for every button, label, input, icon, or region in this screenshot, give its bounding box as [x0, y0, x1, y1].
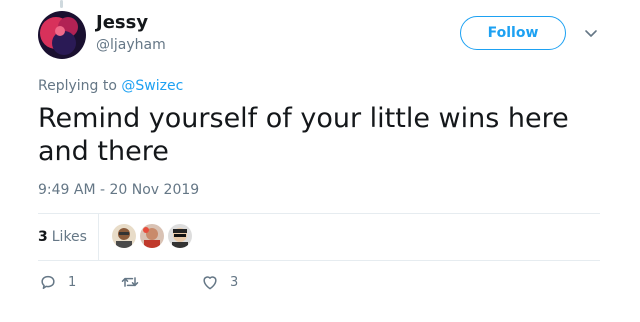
divider-bottom	[38, 260, 600, 261]
liker-avatar[interactable]	[140, 224, 164, 248]
author-avatar[interactable]	[38, 11, 86, 59]
replying-to-label: Replying to	[38, 78, 117, 94]
likes-row: 3 Likes	[38, 214, 600, 260]
tweet-card: Jessy @ljayham Follow Replying to @Swize…	[0, 0, 640, 322]
heart-icon	[203, 276, 217, 290]
chevron-down-icon[interactable]	[583, 26, 599, 40]
retweet-button[interactable]	[120, 272, 150, 292]
retweet-icon	[121, 277, 139, 287]
author-handle[interactable]: @ljayham	[96, 37, 166, 53]
thread-line	[60, 0, 63, 8]
tweet-timestamp[interactable]: 9:49 AM - 20 Nov 2019	[38, 182, 199, 198]
like-button[interactable]: 3	[200, 272, 238, 292]
liker-avatar[interactable]	[168, 224, 192, 248]
author-avatar-image	[38, 11, 86, 59]
reply-count: 1	[68, 274, 77, 290]
likes-count[interactable]: 3 Likes	[38, 229, 87, 245]
reply-icon	[41, 275, 55, 289]
replying-to-mention[interactable]: @Swizec	[121, 78, 183, 94]
like-count: 3	[230, 274, 239, 290]
likes-separator	[98, 214, 99, 260]
likes-label: Likes	[51, 229, 87, 245]
tweet-text: Remind yourself of your little wins here…	[38, 103, 569, 167]
liker-avatar[interactable]	[112, 224, 136, 248]
reply-button[interactable]: 1	[38, 272, 76, 292]
author-name[interactable]: Jessy	[96, 12, 148, 33]
replying-to: Replying to @Swizec	[38, 78, 183, 94]
follow-button[interactable]: Follow	[460, 16, 566, 50]
likes-number: 3	[38, 229, 48, 245]
tweet-actions: 1 3	[38, 272, 338, 294]
